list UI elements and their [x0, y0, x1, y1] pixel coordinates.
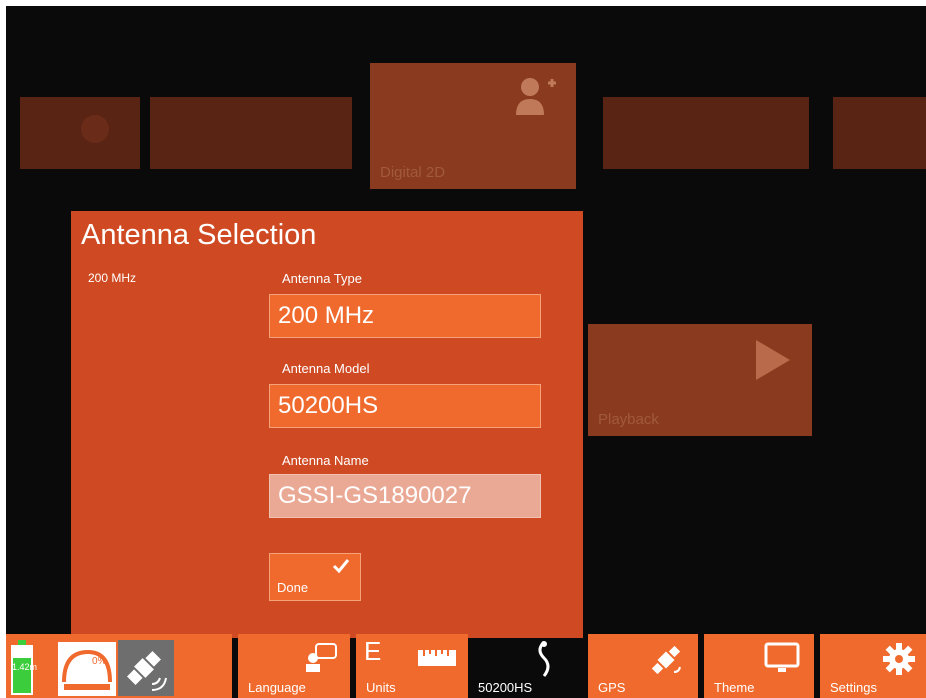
gps-label: GPS	[598, 680, 626, 695]
play-icon	[756, 340, 790, 380]
done-label: Done	[277, 580, 309, 595]
person-add-icon	[516, 78, 556, 115]
background-tile-1[interactable]	[20, 97, 140, 169]
gear-icon	[883, 643, 915, 675]
antenna-selection-dialog: Antenna Selection 200 MHz Antenna Type 2…	[71, 211, 583, 638]
antenna-model-readout: 50200HS	[478, 680, 533, 695]
antenna-model-label: Antenna Model	[282, 361, 370, 376]
language-label: Language	[248, 680, 306, 695]
antenna-model-field[interactable]: 50200HS	[269, 384, 541, 428]
antenna-status[interactable]: 50200HS	[472, 634, 582, 698]
distance-readout: 1.42m	[12, 662, 38, 672]
playback-label: Playback	[598, 411, 659, 428]
storage-percent: 0%	[92, 656, 107, 667]
background-tile-2[interactable]	[150, 97, 352, 169]
speech-bubble-icon	[306, 643, 337, 672]
units-button[interactable]: E Units	[356, 634, 468, 698]
digital-2d-label: Digital 2D	[380, 164, 446, 181]
background-tile-4[interactable]	[833, 97, 926, 169]
done-button[interactable]: Done	[269, 553, 361, 601]
theme-button[interactable]: Theme	[704, 634, 814, 698]
settings-label: Settings	[830, 680, 877, 695]
antenna-name-field[interactable]: GSSI-GS1890027	[269, 474, 541, 518]
gps-button[interactable]: GPS	[588, 634, 698, 698]
antenna-type-label: Antenna Type	[282, 271, 362, 286]
theme-label: Theme	[714, 680, 755, 695]
settings-tile-icon	[81, 115, 109, 143]
units-label: Units	[366, 680, 396, 695]
settings-button[interactable]: Settings	[820, 634, 926, 698]
left-border	[0, 0, 6, 698]
top-border	[0, 0, 926, 6]
antenna-name-label: Antenna Name	[282, 453, 369, 468]
playback-tile[interactable]: Playback	[588, 324, 812, 436]
satellite-signal-icon	[118, 640, 174, 696]
background-tile-3[interactable]	[603, 97, 809, 169]
language-button[interactable]: Language	[238, 634, 350, 698]
antenna-icon	[538, 640, 550, 677]
antenna-type-field[interactable]: 200 MHz	[269, 294, 541, 338]
monitor-icon	[764, 642, 800, 672]
digital-2d-tile[interactable]: Digital 2D	[370, 63, 576, 189]
ruler-icon	[418, 650, 456, 666]
status-panel[interactable]: 1.42m 0%	[6, 634, 232, 698]
dialog-title: Antenna Selection	[81, 219, 317, 251]
satellite-icon	[651, 645, 681, 675]
units-letter: E	[364, 636, 382, 666]
check-icon	[332, 559, 350, 574]
storage-icon	[58, 642, 116, 696]
selected-frequency-label: 200 MHz	[88, 271, 137, 285]
